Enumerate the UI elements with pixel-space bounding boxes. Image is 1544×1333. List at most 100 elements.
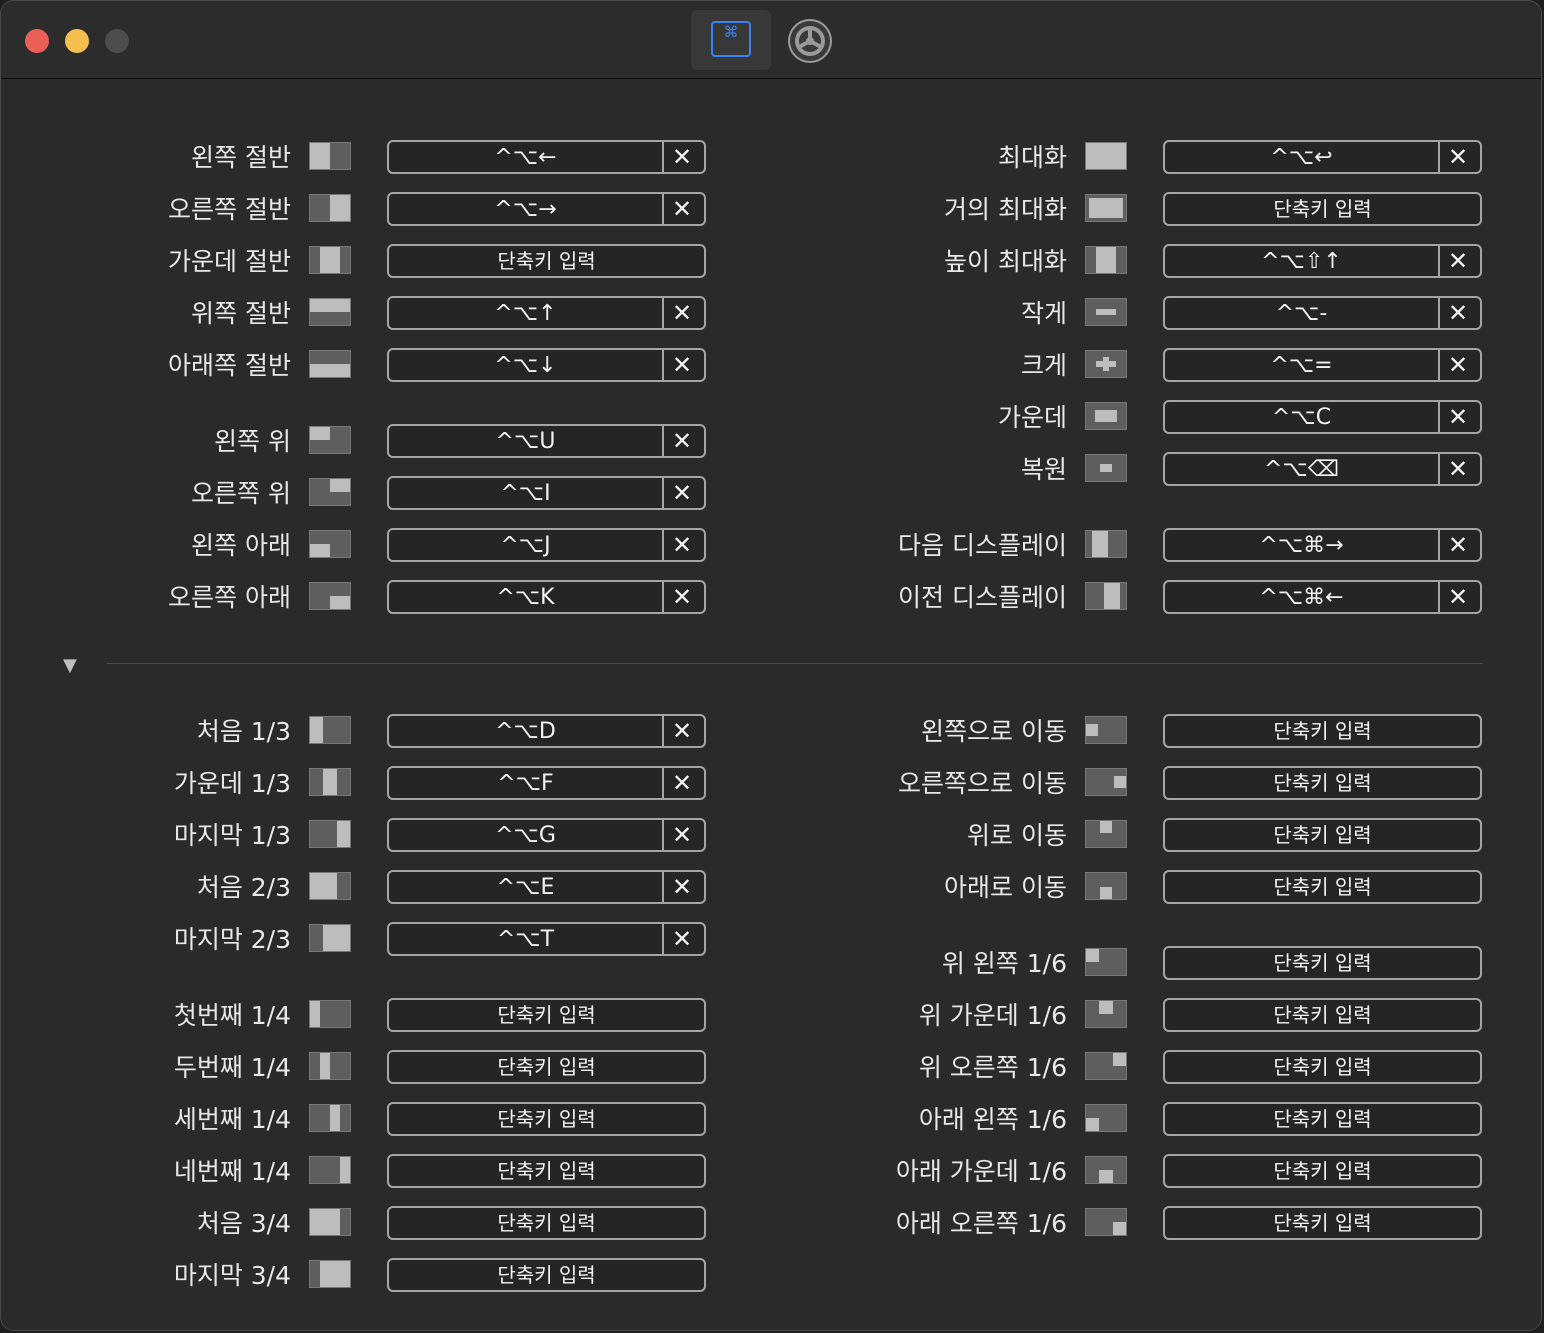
shortcut-key-value: ^⌥F — [389, 768, 664, 798]
bottom-center-sixth-icon — [1085, 1156, 1127, 1184]
shortcut-recorder-field[interactable]: 단축키 입력 — [1163, 946, 1482, 980]
smaller-icon — [1085, 298, 1127, 326]
shortcut-recorder-field[interactable]: 단축키 입력 — [387, 1050, 706, 1084]
shortcut-recorder-field[interactable]: 단축키 입력 — [1163, 818, 1482, 852]
shortcut-placeholder: 단축키 입력 — [497, 249, 596, 273]
disclosure-triangle-icon[interactable]: ▼ — [63, 655, 77, 676]
shortcut-recorder-field[interactable]: ^⌥↓ ✕ — [387, 348, 706, 382]
shortcut-recorder-field[interactable]: 단축키 입력 — [1163, 870, 1482, 904]
command-key-icon: ⌘ — [711, 21, 751, 57]
clear-shortcut-icon[interactable]: ✕ — [660, 582, 704, 612]
clear-shortcut-icon[interactable]: ✕ — [660, 924, 704, 954]
shortcut-recorder-field[interactable]: 단축키 입력 — [1163, 1206, 1482, 1240]
shortcut-recorder-field[interactable]: ^⌥↩ ✕ — [1163, 140, 1482, 174]
shortcut-recorder-field[interactable]: 단축키 입력 — [387, 1102, 706, 1136]
shortcut-row-last-third: 마지막 1/3 ^⌥G ✕ — [1, 817, 706, 853]
shortcut-recorder-field[interactable]: ^⌥= ✕ — [1163, 348, 1482, 382]
clear-shortcut-icon[interactable]: ✕ — [1436, 582, 1480, 612]
clear-shortcut-icon[interactable]: ✕ — [1436, 350, 1480, 380]
shortcut-row-last-three-fourths: 마지막 3/4 단축키 입력 — [1, 1257, 706, 1293]
title-bar: ⌘ — [1, 1, 1541, 79]
clear-shortcut-icon[interactable]: ✕ — [1436, 454, 1480, 484]
shortcut-recorder-field[interactable]: 단축키 입력 — [1163, 192, 1482, 226]
shortcut-recorder-field[interactable]: ^⌥← ✕ — [387, 140, 706, 174]
shortcut-recorder-field[interactable]: 단축키 입력 — [1163, 998, 1482, 1032]
shortcut-recorder-field[interactable]: ^⌥→ ✕ — [387, 192, 706, 226]
shortcut-row-right-half: 오른쪽 절반 ^⌥→ ✕ — [1, 191, 706, 227]
shortcut-recorder-field[interactable]: ^⌥F ✕ — [387, 766, 706, 800]
close-window-button[interactable] — [25, 29, 49, 53]
shortcut-recorder-field[interactable]: ^⌥⌫ ✕ — [1163, 452, 1482, 486]
shortcut-recorder-field[interactable]: ^⌥⌘→ ✕ — [1163, 528, 1482, 562]
clear-shortcut-icon[interactable]: ✕ — [1436, 246, 1480, 276]
shortcut-row-left-half: 왼쪽 절반 ^⌥← ✕ — [1, 139, 706, 175]
clear-shortcut-icon[interactable]: ✕ — [660, 872, 704, 902]
clear-shortcut-icon[interactable]: ✕ — [660, 298, 704, 328]
shortcut-recorder-field[interactable]: ^⌥U ✕ — [387, 424, 706, 458]
clear-shortcut-icon[interactable]: ✕ — [660, 478, 704, 508]
clear-shortcut-icon[interactable]: ✕ — [1436, 298, 1480, 328]
shortcut-key-value: ^⌥⌘→ — [1165, 530, 1440, 560]
shortcut-recorder-field[interactable]: 단축키 입력 — [1163, 1102, 1482, 1136]
shortcut-row-smaller: 작게 ^⌥- ✕ — [777, 295, 1482, 331]
shortcut-recorder-field[interactable]: ^⌥E ✕ — [387, 870, 706, 904]
clear-shortcut-icon[interactable]: ✕ — [660, 820, 704, 850]
shortcut-recorder-field[interactable]: ^⌥J ✕ — [387, 528, 706, 562]
top-right-icon — [309, 478, 351, 506]
shortcut-recorder-field[interactable]: 단축키 입력 — [1163, 1050, 1482, 1084]
shortcut-row-last-two-thirds: 마지막 2/3 ^⌥T ✕ — [1, 921, 706, 957]
shortcut-recorder-field[interactable]: 단축키 입력 — [387, 1154, 706, 1188]
shortcut-recorder-field[interactable]: ^⌥⌘← ✕ — [1163, 580, 1482, 614]
shortcut-recorder-field[interactable]: 단축키 입력 — [1163, 766, 1482, 800]
shortcut-label: 아래 가운데 1/6 — [895, 1157, 1067, 1186]
clear-shortcut-icon[interactable]: ✕ — [660, 350, 704, 380]
shortcut-key-value: ^⌥C — [1165, 402, 1440, 432]
shortcut-recorder-field[interactable]: 단축키 입력 — [387, 1258, 706, 1292]
tab-shortcuts[interactable]: ⌘ — [691, 10, 771, 70]
minimize-window-button[interactable] — [65, 29, 89, 53]
preferences-window: ⌘ ▼ 왼쪽 절반 ^⌥← ✕ 오른쪽 절반 ^⌥→ ✕ 가운데 절반 단축키 입력 위쪽 — [0, 0, 1542, 1331]
shortcut-recorder-field[interactable]: ^⌥I ✕ — [387, 476, 706, 510]
shortcut-recorder-field[interactable]: ^⌥D ✕ — [387, 714, 706, 748]
shortcut-label: 네번째 1/4 — [173, 1157, 291, 1186]
shortcut-recorder-field[interactable]: ^⌥C ✕ — [1163, 400, 1482, 434]
shortcut-label: 이전 디스플레이 — [898, 583, 1067, 612]
shortcut-recorder-field[interactable]: ^⌥K ✕ — [387, 580, 706, 614]
shortcut-row-bottom-right-sixth: 아래 오른쪽 1/6 단축키 입력 — [777, 1205, 1482, 1241]
shortcut-recorder-field[interactable]: 단축키 입력 — [387, 244, 706, 278]
larger-icon — [1085, 350, 1127, 378]
shortcut-recorder-field[interactable]: 단축키 입력 — [1163, 714, 1482, 748]
clear-shortcut-icon[interactable]: ✕ — [660, 426, 704, 456]
shortcut-recorder-field[interactable]: ^⌥T ✕ — [387, 922, 706, 956]
shortcut-placeholder: 단축키 입력 — [1273, 1159, 1372, 1183]
shortcut-recorder-field[interactable]: ^⌥↑ ✕ — [387, 296, 706, 330]
shortcut-recorder-field[interactable]: ^⌥G ✕ — [387, 818, 706, 852]
clear-shortcut-icon[interactable]: ✕ — [660, 716, 704, 746]
zoom-window-button[interactable] — [105, 29, 129, 53]
clear-shortcut-icon[interactable]: ✕ — [660, 768, 704, 798]
shortcut-label: 복원 — [1020, 455, 1067, 484]
clear-shortcut-icon[interactable]: ✕ — [660, 530, 704, 560]
shortcut-recorder-field[interactable]: ^⌥⇧↑ ✕ — [1163, 244, 1482, 278]
first-two-thirds-icon — [309, 872, 351, 900]
bottom-left-icon — [309, 530, 351, 558]
shortcut-placeholder: 단축키 입력 — [497, 1211, 596, 1235]
shortcut-recorder-field[interactable]: 단축키 입력 — [387, 998, 706, 1032]
clear-shortcut-icon[interactable]: ✕ — [660, 142, 704, 172]
shortcut-recorder-field[interactable]: 단축키 입력 — [387, 1206, 706, 1240]
move-left-icon — [1085, 716, 1127, 744]
clear-shortcut-icon[interactable]: ✕ — [1436, 142, 1480, 172]
shortcut-label: 크게 — [1020, 351, 1067, 380]
shortcut-recorder-field[interactable]: 단축키 입력 — [1163, 1154, 1482, 1188]
shortcut-recorder-field[interactable]: ^⌥- ✕ — [1163, 296, 1482, 330]
clear-shortcut-icon[interactable]: ✕ — [1436, 402, 1480, 432]
clear-shortcut-icon[interactable]: ✕ — [1436, 530, 1480, 560]
shortcut-label: 가운데 — [997, 403, 1067, 432]
tab-general[interactable] — [785, 16, 835, 66]
clear-shortcut-icon[interactable]: ✕ — [660, 194, 704, 224]
move-up-icon — [1085, 820, 1127, 848]
third-fourth-icon — [309, 1104, 351, 1132]
shortcut-placeholder: 단축키 입력 — [1273, 1055, 1372, 1079]
shortcut-label: 마지막 3/4 — [173, 1261, 291, 1290]
shortcut-row-bottom-half: 아래쪽 절반 ^⌥↓ ✕ — [1, 347, 706, 383]
